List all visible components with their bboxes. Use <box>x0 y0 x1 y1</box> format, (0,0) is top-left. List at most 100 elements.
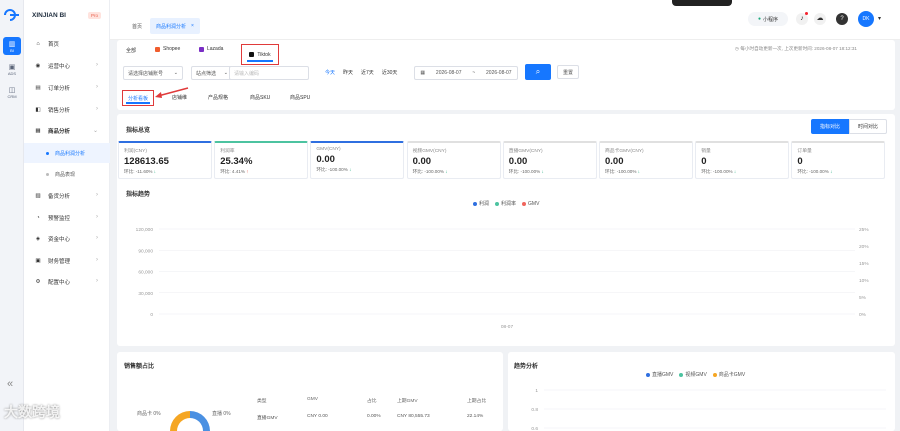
reset-button[interactable]: 重置 <box>557 65 579 79</box>
submenu-goods-performance[interactable]: 商品表现 <box>24 164 110 184</box>
date-range-picker[interactable]: ▦ 2026-08-07 ~2026-08-07 <box>414 66 518 80</box>
site-select[interactable]: 站点筛选 ⌄ <box>191 66 233 80</box>
trend-title: 指标趋势 <box>126 192 151 198</box>
legend-gmv[interactable]: GMV <box>528 201 539 207</box>
bell-icon: ◔ <box>36 215 40 221</box>
menu-orders[interactable]: ▤ 订单分析 › <box>24 78 110 98</box>
y2-tick-label: 10% <box>859 278 869 284</box>
tab-home[interactable]: 首页 <box>126 18 148 34</box>
submenu-goods-profit[interactable]: 商品利润分析 <box>24 143 110 163</box>
legend-margin[interactable]: 利润率 <box>501 200 516 207</box>
y2-tick-label: 5% <box>859 295 867 301</box>
kpi-tile[interactable]: 订单量 0 环比: -100.00% ↓ <box>791 141 886 179</box>
lazada-icon <box>199 46 204 52</box>
legend-card-gmv[interactable]: 商品卡GMV <box>719 371 745 378</box>
y-tick-label: 90,000 <box>138 248 153 254</box>
platform-all[interactable]: 全部 <box>126 47 136 54</box>
kpi-value: 0.00 <box>316 154 335 165</box>
subtab-spu[interactable]: 商品SPU <box>290 94 310 101</box>
kpi-label: 商品卡GMV(CNY) <box>605 149 644 154</box>
mini-program-button[interactable]: ● 小程序 <box>748 12 788 26</box>
chevron-right-icon: › <box>96 214 98 220</box>
legend-video-gmv[interactable]: 视频GMV <box>685 371 706 378</box>
search-icon: ⌕ <box>535 67 541 76</box>
legend-profit[interactable]: 利润 <box>479 200 489 207</box>
menu-fin-manage[interactable]: ▣ 财务管理 › <box>24 251 110 271</box>
kpi-value: 0 <box>701 156 707 167</box>
cloud-download-icon[interactable]: ☁ <box>814 13 826 25</box>
quick-30d[interactable]: 近30天 <box>382 69 398 76</box>
subtab-spec[interactable]: 产品规格 <box>208 94 228 101</box>
menu-ops[interactable]: ◉ 运营中心 › <box>24 56 110 76</box>
menu-goods[interactable]: ▦ 商品分析 ⌄ <box>24 121 110 141</box>
subtab-dashboard[interactable]: 分析看板 <box>122 90 154 106</box>
kpi-tile[interactable]: GMV(CNY) 0.00 环比: -100.00% ↓ <box>310 141 405 179</box>
kpi-label: GMV(CNY) <box>316 147 341 152</box>
tab-goods-profit[interactable]: 商品利润分析 × <box>150 18 200 34</box>
kpi-value: 25.34% <box>220 156 253 167</box>
arrow-down-icon: ↓ <box>349 167 352 172</box>
help-icon[interactable]: ? <box>836 13 848 25</box>
platform-shopee[interactable]: Shopee <box>155 46 180 52</box>
kpi-tile[interactable]: 直播GMV(CNY) 0.00 环比: -100.00% ↓ <box>502 141 597 179</box>
table-cell: 22.14% <box>467 414 484 419</box>
search-button[interactable]: ⌕ <box>525 64 551 80</box>
kpi-label: 利润率 <box>220 149 235 154</box>
sales-share-card: 销售额占比 商品卡 0% 直播 0% 类型 GMV 占比 上期GMV 上期占比 直播GMV… <box>117 352 503 431</box>
summary-title: 指标总览 <box>126 128 151 134</box>
kpi-tile[interactable]: 利润(CNY) 128613.65 环比: -11.60% ↓ <box>118 141 212 179</box>
quick-today[interactable]: 今天 <box>325 69 335 76</box>
shop-select[interactable]: 请选择店铺账号 ⌄ <box>123 66 183 80</box>
rail-crm[interactable]: ◫ CRM <box>3 83 21 101</box>
kpi-ratio: 环比: -100.00% ↓ <box>701 169 737 174</box>
kpi-value: 0.00 <box>508 156 528 167</box>
y-tick-label: 1 <box>535 388 538 394</box>
quick-yesterday[interactable]: 昨天 <box>343 69 353 76</box>
menu-config[interactable]: ⚙ 配置中心 › <box>24 272 110 292</box>
wallet-icon: ◈ <box>35 236 41 242</box>
legend-live-gmv[interactable]: 直播GMV <box>652 371 673 378</box>
toggle-time-compare[interactable]: 时间对比 <box>849 119 887 134</box>
trend-analysis-chart: 1 0.8 0.6 <box>531 388 886 431</box>
goods-icon: ▦ <box>35 128 41 134</box>
toggle-metric-compare[interactable]: 指标对比 <box>811 119 849 134</box>
kpi-tile[interactable]: 利润率 25.34% 环比: 4.41% ↑ <box>214 141 309 179</box>
kpi-label: 利润(CNY) <box>124 149 147 154</box>
collapse-icon[interactable]: « <box>7 378 13 390</box>
quick-7d[interactable]: 近7天 <box>361 69 374 76</box>
table-row[interactable]: 直播GMV CNY 0.00 0.00% CNY 80,555.73 22.14% <box>257 414 497 424</box>
menu-warn[interactable]: ◔ 预警监控 › <box>24 208 110 228</box>
trend-chart: 120,000 90,000 60,000 30,000 0 25% 20% 15% 10% 5%… <box>136 227 870 330</box>
chevron-right-icon: › <box>96 278 98 284</box>
menu-home[interactable]: ⌂ 首页 <box>24 34 110 54</box>
menu-sales[interactable]: ◧ 销售分析 › <box>24 100 110 120</box>
y-tick-label: 0 <box>150 312 153 318</box>
platform-tiktok[interactable]: Tiktok <box>241 44 279 65</box>
rail-bi[interactable]: ▥ BI <box>3 37 21 55</box>
menu-finance[interactable]: ◈ 资金中心 › <box>24 229 110 249</box>
avatar[interactable]: DK <box>858 11 874 27</box>
quick-dates: 今天 昨天 近7天 近30天 <box>325 69 397 76</box>
arrow-up-icon: ↑ <box>246 169 249 174</box>
sidebar: XINJIAN BI Pro ⌂ 首页 ◉ 运营中心 › ▤ 订单分析 › ◧ 销售分析 › … <box>24 0 110 431</box>
rail-ads[interactable]: ▣ ADS <box>3 60 21 78</box>
y2-tick-label: 15% <box>859 261 869 267</box>
table-header: 上期GMV <box>397 399 418 404</box>
menu-stock[interactable]: ▨ 备货分析 › <box>24 186 110 206</box>
kpi-tile[interactable]: 商品卡GMV(CNY) 0.00 环比: -100.00% ↓ <box>599 141 693 179</box>
kpi-ratio: 环比: 4.41% ↑ <box>220 169 249 174</box>
kpi-tile[interactable]: 视频GMV(CNY) 0.00 环比: -100.00% ↓ <box>406 141 501 179</box>
subtab-sku[interactable]: 商品SKU <box>250 94 270 101</box>
platform-lazada[interactable]: Lazada <box>199 46 223 52</box>
tiktok-icon <box>249 52 255 57</box>
chevron-down-icon[interactable]: ▾ <box>878 15 881 22</box>
kpi-tile[interactable]: 销量 0 环比: -100.00% ↓ <box>695 141 790 179</box>
table-header: 类型 <box>257 399 267 404</box>
sku-input[interactable]: 请输入编码 <box>229 66 309 80</box>
y2-tick-label: 0% <box>859 312 867 318</box>
notification-dot <box>805 12 808 15</box>
close-icon[interactable]: × <box>191 23 194 29</box>
y-tick-label: 120,000 <box>136 227 154 233</box>
kpi-ratio: 环比: -11.60% ↓ <box>124 169 157 174</box>
table-header: GMV <box>307 397 318 402</box>
